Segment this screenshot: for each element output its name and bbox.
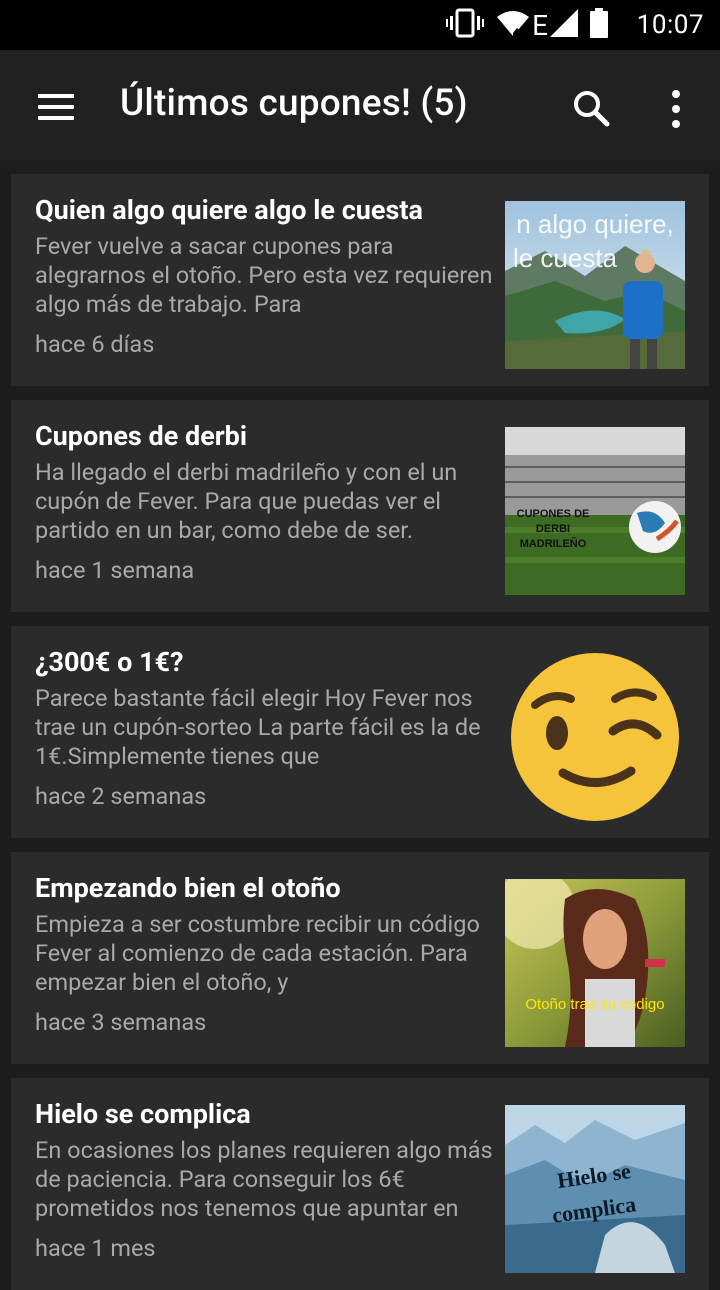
coupon-description: En ocasiones los planes requieren algo m…	[35, 1136, 493, 1222]
coupon-title: Quien algo quiere algo le cuesta	[35, 194, 423, 226]
wifi-icon	[496, 9, 530, 41]
coupon-title: Cupones de derbi	[35, 420, 248, 452]
page-title: Últimos cupones! (5)	[120, 82, 468, 125]
svg-text:Otoño trae su codigo: Otoño trae su codigo	[525, 996, 664, 1013]
status-bar: E 10:07	[0, 0, 720, 50]
coupon-time: hace 2 semanas	[35, 782, 207, 810]
coupon-time: hace 1 mes	[35, 1234, 156, 1262]
wink-emoji-icon	[511, 653, 679, 821]
coupon-description: Empieza a ser costumbre recibir un códig…	[35, 910, 480, 996]
coupon-card[interactable]: Empezando bien el otoño Empieza a ser co…	[11, 852, 709, 1064]
coupon-card[interactable]: Quien algo quiere algo le cuesta Fever v…	[11, 174, 709, 386]
coupon-thumbnail: Otoño trae su codigo	[505, 879, 685, 1047]
svg-text:MADRILEÑO: MADRILEÑO	[520, 537, 587, 550]
battery-icon	[590, 8, 608, 42]
coupon-description: Fever vuelve a sacar cupones para alegra…	[35, 232, 493, 318]
coupon-card[interactable]: Hielo se complica En ocasiones los plane…	[11, 1078, 709, 1290]
coupon-time: hace 3 semanas	[35, 1008, 207, 1036]
network-type: E	[532, 8, 548, 42]
coupon-thumbnail: n algo quiere, le cuesta	[505, 201, 685, 369]
menu-icon[interactable]	[22, 84, 90, 130]
coupon-description: Parece bastante fácil elegir Hoy Fever n…	[35, 684, 481, 770]
coupon-description: Ha llegado el derbi madrileño y con el u…	[35, 458, 458, 544]
svg-text:n algo quiere,: n algo quiere,	[516, 209, 674, 239]
svg-text:CUPONES DE: CUPONES DE	[517, 508, 590, 520]
coupon-title: Empezando bien el otoño	[35, 872, 341, 904]
coupon-title: Hielo se complica	[35, 1098, 251, 1130]
status-icons: E	[446, 8, 608, 42]
coupon-card[interactable]: ¿300€ o 1€? Parece bastante fácil elegir…	[11, 626, 709, 838]
vibrate-icon	[446, 8, 485, 42]
coupon-card[interactable]: Cupones de derbi Ha llegado el derbi mad…	[11, 400, 709, 612]
clock: 10:07	[636, 10, 704, 40]
signal-icon	[550, 9, 578, 41]
coupon-title: ¿300€ o 1€?	[35, 646, 184, 678]
coupon-thumbnail: Hielo se complica	[505, 1105, 685, 1273]
svg-text:le cuesta: le cuesta	[513, 243, 618, 273]
coupon-list: Quien algo quiere algo le cuesta Fever v…	[0, 162, 720, 1290]
coupon-thumbnail	[505, 653, 685, 821]
coupon-time: hace 6 días	[35, 330, 155, 358]
more-vert-icon[interactable]	[656, 84, 696, 134]
svg-text:DERBI: DERBI	[536, 523, 570, 535]
coupon-thumbnail: CUPONES DE DERBI MADRILEÑO	[505, 427, 685, 595]
coupon-time: hace 1 semana	[35, 556, 195, 584]
app-bar: Últimos cupones! (5)	[0, 50, 720, 162]
search-icon[interactable]	[566, 84, 616, 134]
